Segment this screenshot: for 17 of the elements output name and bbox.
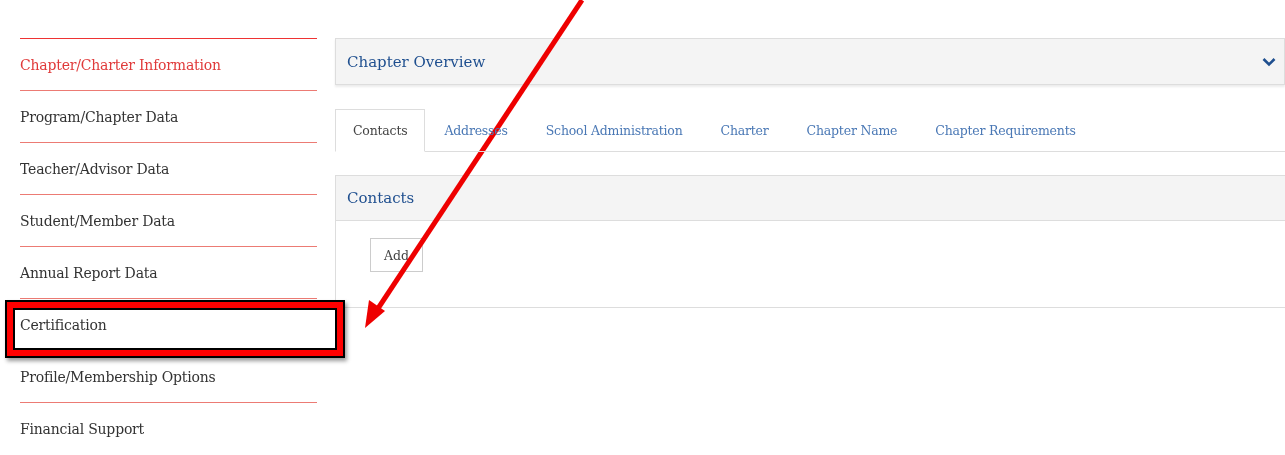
tab[interactable]: Contacts	[335, 109, 426, 152]
tab[interactable]: Chapter Name	[787, 109, 917, 152]
panel-title: Contacts	[347, 189, 415, 207]
add-button[interactable]: Add	[370, 238, 424, 272]
sidebar-item[interactable]: Certification	[20, 316, 107, 333]
sidebar-item[interactable]: Financial Support	[20, 420, 145, 437]
tab[interactable]: Charter	[701, 109, 788, 152]
tab[interactable]: Chapter Requirements	[916, 109, 1095, 152]
accordion-title: Chapter Overview	[347, 52, 486, 71]
sidebar-item[interactable]: Program/Chapter Data	[20, 108, 179, 125]
accordion-header[interactable]: Chapter Overview	[335, 38, 1285, 85]
sidebar-item[interactable]: Profile/Membership Options	[20, 368, 216, 385]
tab[interactable]: School Administration	[526, 109, 702, 152]
sidebar-item[interactable]: Student/Member Data	[20, 212, 175, 229]
sidebar-item[interactable]: Annual Report Data	[20, 264, 158, 281]
sidebar-item[interactable]: Teacher/Advisor Data	[20, 160, 170, 177]
sidebar-item[interactable]: Chapter/Charter Information	[20, 56, 221, 73]
